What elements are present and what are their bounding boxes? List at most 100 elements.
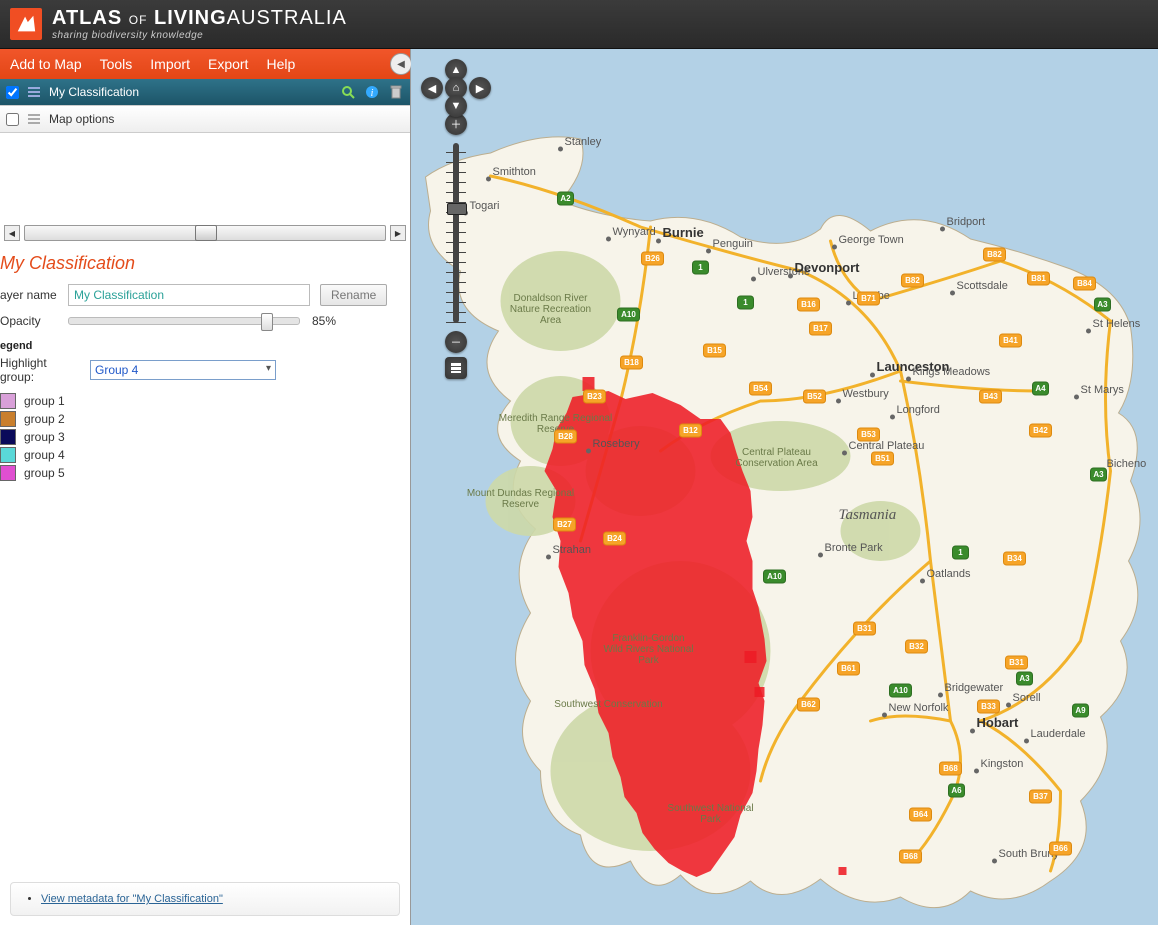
menu-help[interactable]: Help (266, 56, 295, 72)
svg-text:Burnie: Burnie (663, 225, 704, 240)
layer-active-checkbox[interactable] (6, 86, 19, 99)
legend-item-label: group 3 (24, 430, 65, 444)
svg-text:New Norfolk: New Norfolk (889, 702, 949, 714)
layer-active-label: My Classification (49, 85, 139, 99)
svg-text:Devonport: Devonport (795, 260, 861, 275)
legend-swatch (0, 411, 16, 427)
svg-text:Southwest Conservation: Southwest Conservation (554, 699, 662, 710)
svg-text:B32: B32 (909, 642, 924, 651)
menu-tools[interactable]: Tools (100, 56, 133, 72)
panel-title: My Classification (0, 253, 404, 274)
svg-text:1: 1 (698, 263, 703, 272)
legend-item[interactable]: group 1 (0, 392, 404, 410)
svg-text:St Marys: St Marys (1081, 384, 1125, 396)
svg-text:B24: B24 (607, 534, 622, 543)
pan-left-button[interactable]: ◀ (421, 77, 443, 99)
layer-name-input[interactable] (68, 284, 310, 306)
svg-text:A3: A3 (1097, 300, 1108, 309)
highlight-row: Highlight group: Group 4 (0, 356, 404, 384)
svg-text:A2: A2 (560, 194, 571, 203)
layer-options-checkbox[interactable] (6, 113, 19, 126)
svg-text:B68: B68 (903, 852, 918, 861)
pan-down-button[interactable]: ▼ (445, 95, 467, 117)
pan-right-button[interactable]: ▶ (469, 77, 491, 99)
svg-text:Kings Meadows: Kings Meadows (913, 366, 991, 378)
delete-layer-icon[interactable] (388, 84, 404, 100)
svg-text:1: 1 (743, 298, 748, 307)
scroll-left-arrow[interactable]: ◀ (4, 225, 20, 241)
svg-text:B37: B37 (1033, 792, 1048, 801)
svg-text:Rosebery: Rosebery (593, 438, 641, 450)
svg-text:B52: B52 (807, 392, 822, 401)
svg-text:B71: B71 (861, 294, 876, 303)
legend-label: egend (0, 340, 404, 352)
svg-text:Bridport: Bridport (947, 216, 986, 228)
svg-text:Stanley: Stanley (565, 136, 602, 148)
svg-text:B66: B66 (1053, 844, 1068, 853)
zoom-slider-track[interactable] (453, 143, 459, 323)
svg-text:B33: B33 (981, 702, 996, 711)
info-icon[interactable]: i (364, 84, 380, 100)
svg-text:B34: B34 (1007, 554, 1022, 563)
brand-prefix: ATLAS (52, 7, 122, 29)
layer-row-options[interactable]: Map options (0, 105, 410, 133)
svg-text:A9: A9 (1075, 706, 1086, 715)
scroll-track[interactable] (24, 225, 386, 241)
svg-text:B64: B64 (913, 810, 928, 819)
opacity-slider[interactable] (68, 317, 300, 325)
region-label: Tasmania (839, 507, 897, 523)
zoom-out-button[interactable]: － (445, 331, 467, 353)
opacity-slider-knob[interactable] (261, 313, 273, 331)
svg-text:A10: A10 (621, 310, 636, 319)
svg-text:B27: B27 (557, 520, 572, 529)
svg-text:B61: B61 (841, 664, 856, 673)
menu-add-to-map[interactable]: Add to Map (10, 56, 82, 72)
opacity-row: Opacity 85% (0, 314, 404, 328)
legend-item[interactable]: group 4 (0, 446, 404, 464)
zoom-slider-handle[interactable] (447, 203, 467, 215)
highlight-label: Highlight group: (0, 356, 80, 384)
metadata-link[interactable]: View metadata for "My Classification" (41, 893, 223, 905)
svg-text:Lauderdale: Lauderdale (1031, 728, 1086, 740)
horizontal-scrollbar[interactable]: ◀ ▶ (0, 223, 410, 243)
svg-text:B82: B82 (905, 276, 920, 285)
layer-row-active[interactable]: My Classification i (0, 79, 410, 105)
svg-text:B17: B17 (813, 324, 828, 333)
legend-swatch (0, 429, 16, 445)
menubar: Add to Map Tools Import Export Help ◀ (0, 49, 410, 79)
map-canvas[interactable]: Tasmania SmithtonStanleyTogariWynyardBur… (411, 49, 1158, 925)
scroll-right-arrow[interactable]: ▶ (390, 225, 406, 241)
svg-text:Penguin: Penguin (713, 238, 753, 250)
menu-export[interactable]: Export (208, 56, 248, 72)
brand-tagline: sharing biodiversity knowledge (52, 30, 347, 41)
svg-text:Bridgewater: Bridgewater (945, 682, 1004, 694)
rename-button[interactable]: Rename (320, 284, 387, 306)
legend-item[interactable]: group 5 (0, 464, 404, 482)
svg-text:A3: A3 (1093, 470, 1104, 479)
svg-text:B54: B54 (753, 384, 768, 393)
svg-text:B26: B26 (645, 254, 660, 263)
app-header: ATLAS OF LIVINGAUSTRALIA sharing biodive… (0, 0, 1158, 49)
highlight-group-combo[interactable]: Group 4 (90, 360, 276, 380)
layers-button[interactable] (445, 357, 467, 379)
menu-import[interactable]: Import (150, 56, 190, 72)
svg-text:Bronte Park: Bronte Park (825, 542, 884, 554)
svg-text:Smithton: Smithton (493, 166, 536, 178)
map-controls: ▲ ◀ ⌂ ▶ ▼ ＋ － (421, 59, 491, 379)
brand-of: OF (129, 13, 148, 27)
svg-text:A6: A6 (951, 786, 962, 795)
zoom-to-layer-icon[interactable] (340, 84, 356, 100)
layer-options-label: Map options (49, 112, 114, 126)
brand-suffix: AUSTRALIA (227, 7, 347, 29)
legend-item-label: group 5 (24, 466, 65, 480)
collapse-sidebar-button[interactable]: ◀ (390, 53, 412, 75)
svg-text:B68: B68 (943, 764, 958, 773)
legend-item[interactable]: group 2 (0, 410, 404, 428)
legend-item[interactable]: group 3 (0, 428, 404, 446)
svg-text:B53: B53 (861, 430, 876, 439)
highlight-group-value: Group 4 (95, 363, 138, 377)
legend-list: group 1group 2 group 3 group 4 group 5 (0, 392, 404, 482)
opacity-value-text: 85% (312, 314, 336, 328)
scroll-thumb[interactable] (195, 225, 217, 241)
svg-text:1: 1 (958, 548, 963, 557)
